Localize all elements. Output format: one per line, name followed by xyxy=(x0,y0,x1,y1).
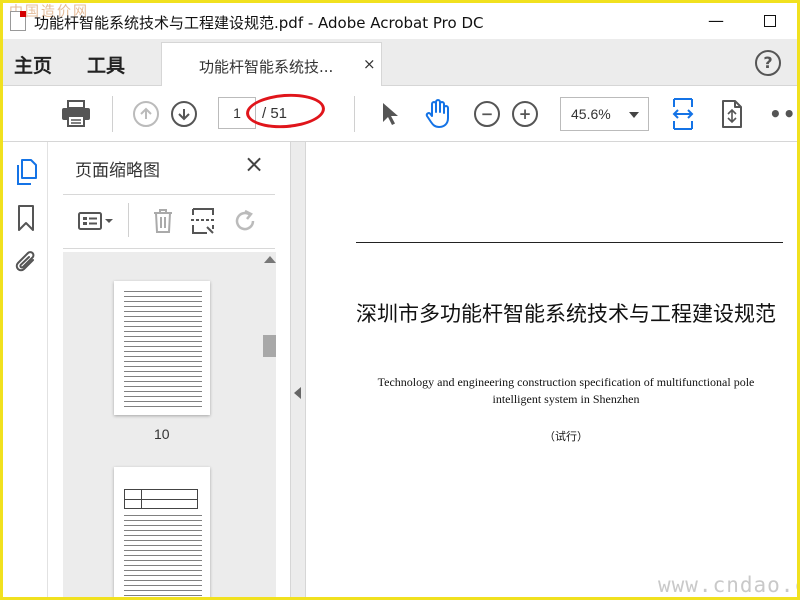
document-view[interactable]: 深圳市多功能杆智能系统技术与工程建设规范 Technology and engi… xyxy=(306,142,797,597)
zoom-out-icon[interactable]: − xyxy=(471,98,503,130)
zoom-in-icon[interactable]: + xyxy=(509,98,541,130)
maximize-button[interactable] xyxy=(757,9,783,33)
document-header-rule xyxy=(356,242,783,243)
more-icon[interactable]: ••• xyxy=(769,102,797,126)
delete-icon[interactable] xyxy=(147,205,179,237)
page-up-icon[interactable] xyxy=(130,98,162,130)
toolbar-divider xyxy=(354,96,355,132)
thumbnail-list[interactable]: 10 xyxy=(63,252,273,597)
document-tab-label: 功能杆智能系统技... xyxy=(199,58,334,76)
toolbar: − + xyxy=(3,86,797,142)
document-subtitle: Technology and engineering construction … xyxy=(377,375,755,406)
thumbnail-table xyxy=(124,489,198,509)
document-trial-note: （试行） xyxy=(544,431,588,443)
zoom-dropdown[interactable]: 45.6% xyxy=(560,97,649,131)
thumbnail-text-lines xyxy=(124,291,202,407)
watermark-bottom: www.cndao.com xyxy=(658,573,797,597)
tab-document[interactable]: 功能杆智能系统技... × xyxy=(161,42,382,87)
left-rail xyxy=(3,142,48,597)
close-pane-button[interactable]: × xyxy=(244,152,264,176)
pdf-file-icon xyxy=(10,11,26,31)
scroll-up-icon[interactable] xyxy=(264,256,276,263)
title-bar: 中国造价网 功能杆智能系统技术与工程建设规范.pdf - Adobe Acrob… xyxy=(3,3,797,39)
tab-bar: 主页 工具 功能杆智能系统技... × ? xyxy=(3,39,797,87)
tab-home[interactable]: 主页 xyxy=(14,51,52,78)
scroll-mode-icon[interactable] xyxy=(716,98,748,130)
window-title: 功能杆智能系统技术与工程建设规范.pdf - Adobe Acrobat Pro… xyxy=(34,14,484,32)
thumbnail-label: 10 xyxy=(154,426,170,442)
pane-divider xyxy=(63,248,275,249)
thumbnails-icon[interactable] xyxy=(10,156,42,188)
page-thumbnail[interactable] xyxy=(114,467,210,597)
print-icon[interactable] xyxy=(60,98,92,130)
minimize-button[interactable]: — xyxy=(703,9,729,33)
zoom-value: 45.6% xyxy=(571,106,611,122)
chevron-left-icon xyxy=(294,387,301,399)
close-tab-button[interactable]: × xyxy=(363,55,376,73)
pane-divider xyxy=(63,194,275,195)
toolbar-divider xyxy=(112,96,113,132)
rotate-icon[interactable] xyxy=(229,205,261,237)
extract-icon[interactable] xyxy=(187,205,219,237)
pane-title: 页面缩略图 xyxy=(75,161,160,181)
attachment-icon[interactable] xyxy=(10,246,42,278)
thumbnail-scrollbar[interactable] xyxy=(263,252,276,597)
page-down-icon[interactable] xyxy=(168,98,200,130)
thumbnail-text-lines xyxy=(124,515,202,597)
maximize-icon xyxy=(764,15,776,27)
chevron-down-icon xyxy=(629,112,639,118)
pane-tools-divider xyxy=(128,203,129,237)
tab-tools[interactable]: 工具 xyxy=(87,51,125,78)
select-tool-icon[interactable] xyxy=(374,98,406,130)
help-icon[interactable]: ? xyxy=(755,50,781,76)
pane-collapse-handle[interactable] xyxy=(291,142,306,597)
fit-page-icon[interactable] xyxy=(667,98,699,130)
document-title: 深圳市多功能杆智能系统技术与工程建设规范 xyxy=(356,302,776,326)
hand-tool-icon[interactable] xyxy=(422,98,454,130)
page-thumbnail[interactable] xyxy=(114,281,210,415)
app-window: 中国造价网 功能杆智能系统技术与工程建设规范.pdf - Adobe Acrob… xyxy=(0,0,800,600)
thumbnail-pane: 页面缩略图 × 10 xyxy=(48,142,291,597)
thumbnail-options-icon[interactable] xyxy=(76,205,116,237)
scrollbar-thumb[interactable] xyxy=(263,335,276,357)
bookmark-icon[interactable] xyxy=(10,202,42,234)
